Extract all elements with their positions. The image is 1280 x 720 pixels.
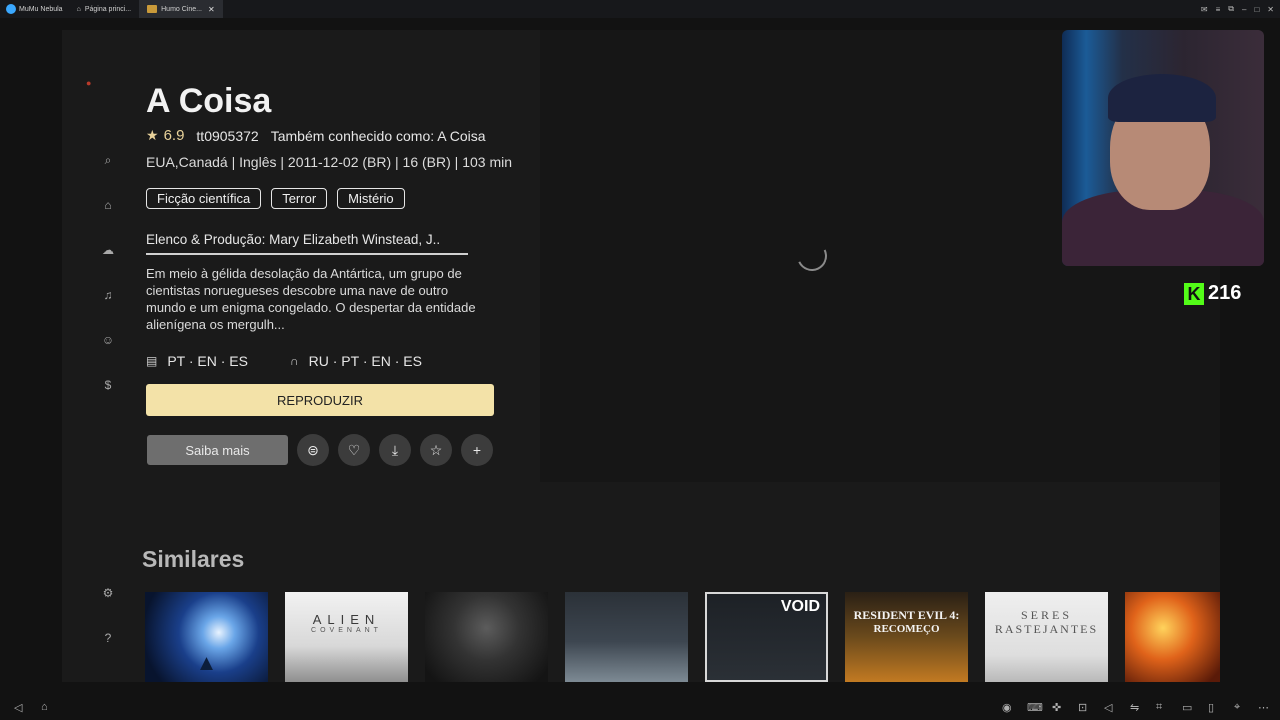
poster-title: ALIEN bbox=[312, 612, 381, 627]
aka-title: Também conhecido como: A Coisa bbox=[270, 127, 486, 144]
tab-home[interactable]: ⌂ Página princi... bbox=[69, 0, 140, 18]
more-info-button[interactable]: Saiba mais bbox=[147, 435, 288, 465]
menu-icon[interactable]: ≡ bbox=[1216, 5, 1221, 14]
cast-link[interactable]: Elenco & Produção: Mary Elizabeth Winste… bbox=[146, 232, 468, 255]
similar-poster[interactable] bbox=[1125, 592, 1220, 682]
cloud-icon[interactable]: ☁ bbox=[100, 242, 116, 258]
back-icon[interactable]: ◁ bbox=[14, 701, 22, 714]
similar-poster[interactable]: SERES RASTEJANTES bbox=[985, 592, 1108, 682]
screenshot-icon[interactable]: ⊡ bbox=[1078, 701, 1087, 714]
poster-subtitle: COVENANT bbox=[311, 627, 382, 634]
add-icon[interactable]: + bbox=[461, 434, 493, 466]
android-home-icon[interactable]: ⌂ bbox=[41, 701, 48, 713]
similar-poster[interactable] bbox=[565, 592, 688, 682]
poster-title: RESIDENT EVIL 4: bbox=[853, 608, 960, 622]
more-icon[interactable]: ⋯ bbox=[1258, 701, 1269, 714]
subtitle-list: PT · EN · ES bbox=[167, 353, 248, 369]
rating: ★ 6.9 bbox=[146, 127, 184, 144]
minimize-icon[interactable]: – bbox=[1242, 5, 1246, 14]
kick-logo-icon: K bbox=[1184, 282, 1204, 305]
kick-viewer-badge: K 216 bbox=[1184, 282, 1241, 305]
genre-tag[interactable]: Mistério bbox=[337, 188, 405, 209]
audio-languages: ∩ RU · PT · EN · ES bbox=[290, 353, 422, 369]
emulator-title: MuMu Nebula bbox=[19, 5, 63, 13]
genre-tags: Ficção científica Terror Mistério bbox=[146, 188, 405, 209]
poster-figure-icon: ▲ bbox=[195, 650, 218, 675]
language-info: ▤ PT · EN · ES ∩ RU · PT · EN · ES bbox=[146, 353, 422, 369]
trailer-icon[interactable]: ⊜ bbox=[297, 434, 329, 466]
location-icon[interactable]: ⌖ bbox=[1234, 701, 1240, 714]
genre-tag[interactable]: Terror bbox=[271, 188, 328, 209]
window-controls: ✉ ≡ ⧉ – □ ✕ bbox=[1201, 0, 1274, 18]
poster-title: VOID bbox=[780, 598, 820, 615]
help-icon[interactable]: ? bbox=[100, 630, 116, 646]
tab-humo-cine[interactable]: Humo Cine... ✕ bbox=[139, 0, 223, 18]
user-icon[interactable]: ☺ bbox=[100, 332, 116, 348]
emulator-bottom-bar bbox=[0, 696, 1280, 720]
gamepad-icon[interactable]: ✜ bbox=[1052, 701, 1061, 714]
close-tab-icon[interactable]: ✕ bbox=[208, 5, 215, 14]
subtitle-languages: ▤ PT · EN · ES bbox=[146, 353, 248, 369]
poster-subtitle: RASTEJANTES bbox=[994, 622, 1099, 636]
maximize-icon[interactable]: □ bbox=[1254, 5, 1259, 14]
movie-title: A Coisa bbox=[146, 82, 272, 120]
volume-icon[interactable]: ◁ bbox=[1104, 701, 1112, 714]
genre-tag[interactable]: Ficção científica bbox=[146, 188, 262, 209]
star-outline-icon[interactable]: ☆ bbox=[420, 434, 452, 466]
gear-icon[interactable]: ⚙ bbox=[100, 585, 116, 601]
tab-label: Página princi... bbox=[84, 5, 132, 13]
bell-icon[interactable]: ♫ bbox=[100, 287, 116, 303]
emulator-top-bar: MuMu Nebula ⌂ Página princi... Humo Cine… bbox=[0, 0, 1280, 18]
home-icon: ⌂ bbox=[76, 5, 81, 13]
synopsis: Em meio à gélida desolação da Antártica,… bbox=[146, 266, 476, 332]
crop-icon[interactable]: ⌗ bbox=[1156, 701, 1162, 714]
shake-icon[interactable]: ⇋ bbox=[1130, 701, 1139, 714]
humo-logo-icon[interactable]: ● bbox=[86, 78, 91, 88]
restore-icon[interactable]: ⧉ bbox=[1228, 4, 1234, 14]
rating-value: 6.9 bbox=[163, 127, 185, 144]
headphones-icon: ∩ bbox=[290, 354, 299, 368]
similar-poster[interactable] bbox=[425, 592, 548, 682]
similar-poster[interactable]: VOID bbox=[705, 592, 828, 682]
movie-info-line: EUA,Canadá | Inglês | 2011-12-02 (BR) | … bbox=[146, 154, 513, 170]
keyboard-icon[interactable]: ⌨ bbox=[1027, 701, 1043, 714]
download-icon[interactable]: ⤓ bbox=[379, 434, 411, 466]
dollar-icon[interactable]: $ bbox=[100, 377, 116, 393]
similar-section-title: Similares bbox=[142, 546, 245, 572]
folder-icon[interactable]: ▭ bbox=[1182, 701, 1192, 714]
movie-meta: ★ 6.9 tt0905372 Também conhecido como: A… bbox=[146, 127, 486, 144]
audio-list: RU · PT · EN · ES bbox=[308, 353, 422, 369]
search-icon[interactable]: ⌕ bbox=[100, 152, 116, 168]
rotate-icon[interactable]: ▯ bbox=[1208, 701, 1214, 714]
subtitles-icon: ▤ bbox=[146, 354, 158, 368]
poster-subtitle: RECOMEÇO bbox=[873, 623, 940, 635]
heart-icon[interactable]: ♡ bbox=[338, 434, 370, 466]
webcam-cap bbox=[1108, 74, 1216, 122]
kick-count: 216 bbox=[1208, 282, 1242, 304]
app-favicon-icon bbox=[147, 5, 158, 13]
poster-title: SERES bbox=[1020, 608, 1072, 622]
mumu-logo-icon bbox=[6, 4, 16, 14]
star-icon: ★ bbox=[146, 127, 159, 143]
similar-poster[interactable]: ALIEN COVENANT bbox=[285, 592, 408, 682]
eye-icon[interactable]: ◉ bbox=[1002, 701, 1012, 714]
similar-poster[interactable]: RESIDENT EVIL 4: RECOMEÇO bbox=[845, 592, 968, 682]
emulator-logo[interactable]: MuMu Nebula bbox=[0, 0, 69, 18]
similar-poster[interactable]: ▲ bbox=[145, 592, 268, 682]
imdb-id: tt0905372 bbox=[196, 127, 259, 144]
tab-label: Humo Cine... bbox=[161, 5, 202, 13]
mail-icon[interactable]: ✉ bbox=[1201, 5, 1208, 14]
home-nav-icon[interactable]: ⌂ bbox=[100, 197, 116, 213]
close-window-icon[interactable]: ✕ bbox=[1267, 5, 1274, 14]
play-button[interactable]: REPRODUZIR bbox=[146, 384, 494, 416]
webcam-overlay bbox=[1062, 30, 1264, 266]
